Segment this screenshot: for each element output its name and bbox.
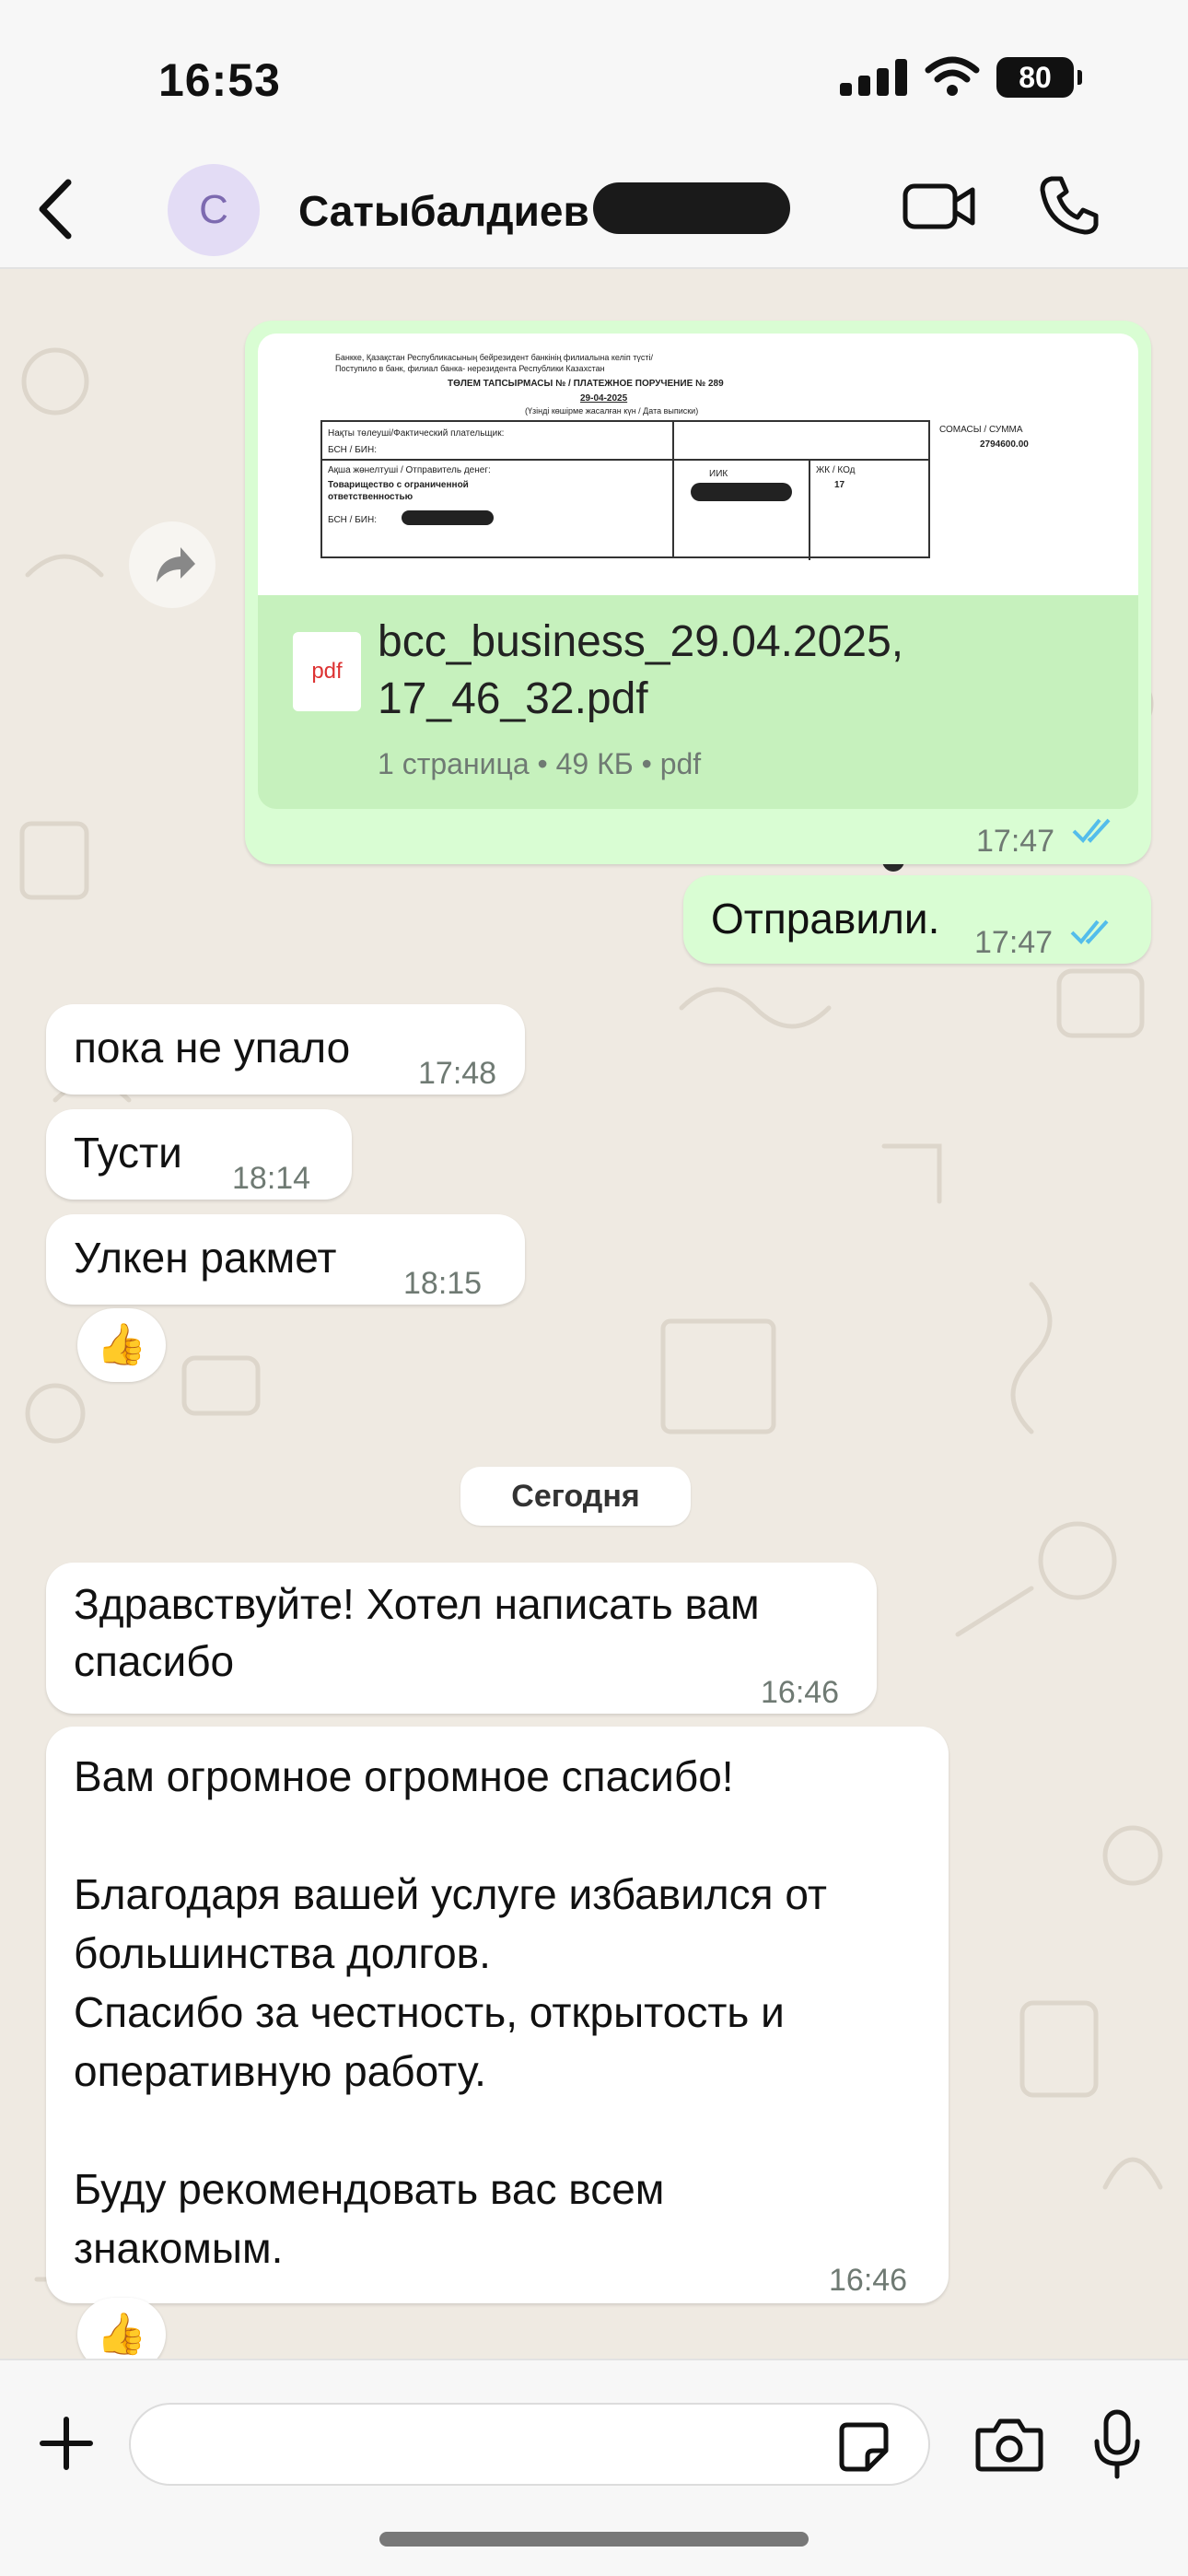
outgoing-message[interactable]: Отправили. 17:47 [683,875,1151,964]
pdf-file-attachment[interactable]: pdf bcc_business_29.04.2025, 17_46_32.pd… [258,595,1138,809]
chat-area[interactable]: Банкке, Қазақстан Республикасының бейрез… [0,271,1188,2359]
message-text: Улкен ракмет [74,1234,337,1282]
message-text: Отправили. [711,895,940,943]
pdf-bin-label: БСН / БИН: [328,445,377,455]
incoming-message[interactable]: Вам огромное огромное спасибо! Благодаря… [46,1727,949,2303]
reaction-thumbs-up[interactable]: 👍 [77,2298,166,2359]
pdf-payer-label: Нақты төлеуші/Фактический плательщик: [328,428,505,439]
reaction-thumbs-up[interactable]: 👍 [77,1308,166,1382]
pdf-iik-label: ИИК [709,469,728,479]
back-chevron-icon[interactable] [33,177,79,241]
message-text: Здравствуйте! Хотел написать вам спасибо [74,1580,760,1685]
incoming-message[interactable]: Улкен ракмет 18:15 [46,1214,525,1305]
message-time: 17:48 [418,1056,497,1091]
camera-icon[interactable] [974,2416,1044,2473]
message-text: Вам огромное огромное спасибо! Благодаря… [74,1752,827,2272]
contact-avatar[interactable]: С [168,164,260,256]
pdf-file-icon: pdf [293,632,361,711]
pdf-bin-label-2: БСН / БИН: [328,515,377,525]
pdf-sender-label: Ақша жөнелтуші / Отправитель денег: [328,465,491,475]
microphone-icon[interactable] [1092,2408,1142,2480]
pdf-sum-value: 2794600.00 [980,439,1029,450]
message-time: 18:14 [232,1161,311,1196]
incoming-message[interactable]: пока не упало 17:48 [46,1004,525,1095]
pdf-preview-thumbnail[interactable]: Банкке, Қазақстан Республикасының бейрез… [258,334,1138,595]
home-indicator [379,2532,809,2547]
message-time: 18:15 [403,1266,483,1301]
status-time: 16:53 [158,54,281,106]
message-text: Тусти [74,1129,182,1177]
battery-indicator: 80 [996,57,1082,98]
pdf-date-caption: (Үзінді көшірме жасалған күн / Дата выпи… [525,406,699,416]
wifi-icon [925,56,980,96]
pdf-redaction [691,483,792,501]
read-ticks-icon [1072,818,1111,843]
incoming-message[interactable]: Здравствуйте! Хотел написать вам спасибо… [46,1563,877,1714]
pdf-kbe-value: 17 [834,480,845,490]
pdf-file-meta: 1 страница • 49 КБ • pdf [378,747,702,780]
pdf-payment-table: Нақты төлеуші/Фактический плательщик: БС… [320,420,930,560]
plus-icon[interactable] [37,2414,96,2473]
pdf-message-bubble[interactable]: Банкке, Қазақстан Республикасының бейрез… [245,321,1151,864]
date-divider: Сегодня [460,1467,691,1526]
message-time: 16:46 [829,2263,908,2298]
phone-call-icon[interactable] [1039,175,1100,236]
pdf-redaction [402,510,494,525]
video-call-icon[interactable] [903,181,976,232]
message-time: 17:47 [974,925,1054,960]
read-ticks-icon [1070,919,1109,944]
chat-header: 16:53 80 С Сатыбалдиев [0,0,1188,269]
message-input[interactable] [129,2403,930,2486]
pdf-date: 29-04-2025 [580,393,628,404]
pdf-sender-value: Товарищество с ограниченной ответственно… [328,480,469,502]
pdf-file-name: bcc_business_29.04.2025, 17_46_32.pdf [378,617,904,723]
forward-button[interactable] [129,521,215,608]
forward-arrow-icon [157,547,195,582]
incoming-message[interactable]: Тусти 18:14 [46,1109,352,1200]
pdf-kbe-label: ЖК / КОд [816,465,856,475]
contact-name[interactable]: Сатыбалдиев [298,186,589,236]
message-time: 16:46 [761,1675,840,1710]
message-time: 17:47 [976,824,1055,859]
message-text: пока не упало [74,1024,351,1071]
pdf-sum-label: СОМАСЫ / СУММА [939,425,1023,435]
pdf-header-line: Поступило в банк, филиал банка- нерезиде… [335,364,605,373]
sticker-icon[interactable] [838,2421,890,2473]
redaction-mark [593,182,790,234]
pdf-title: ТӨЛЕМ ТАПСЫРМАСЫ № / ПЛАТЕЖНОЕ ПОРУЧЕНИЕ… [448,379,724,389]
cellular-signal-icon [840,59,910,96]
